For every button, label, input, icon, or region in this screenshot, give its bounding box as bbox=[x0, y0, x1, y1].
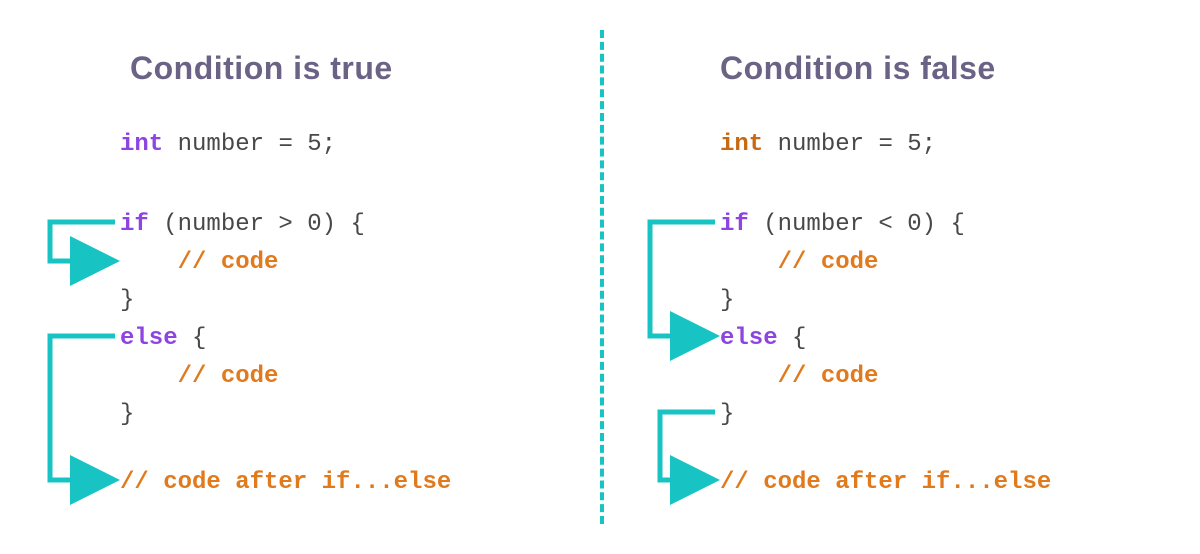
panel-condition-false: Condition is false int number = 5; if (n… bbox=[600, 0, 1200, 554]
panel-condition-true: Condition is true int number = 5; if (nu… bbox=[0, 0, 600, 554]
arrow-if-to-else bbox=[650, 222, 715, 336]
flow-arrows-left bbox=[0, 0, 600, 554]
arrow-if-to-body bbox=[50, 222, 115, 261]
diagram-canvas: Condition is true int number = 5; if (nu… bbox=[0, 0, 1200, 554]
arrow-else-end-to-after bbox=[660, 412, 715, 480]
flow-arrows-right bbox=[600, 0, 1200, 554]
arrow-skip-else-to-after bbox=[50, 336, 115, 480]
